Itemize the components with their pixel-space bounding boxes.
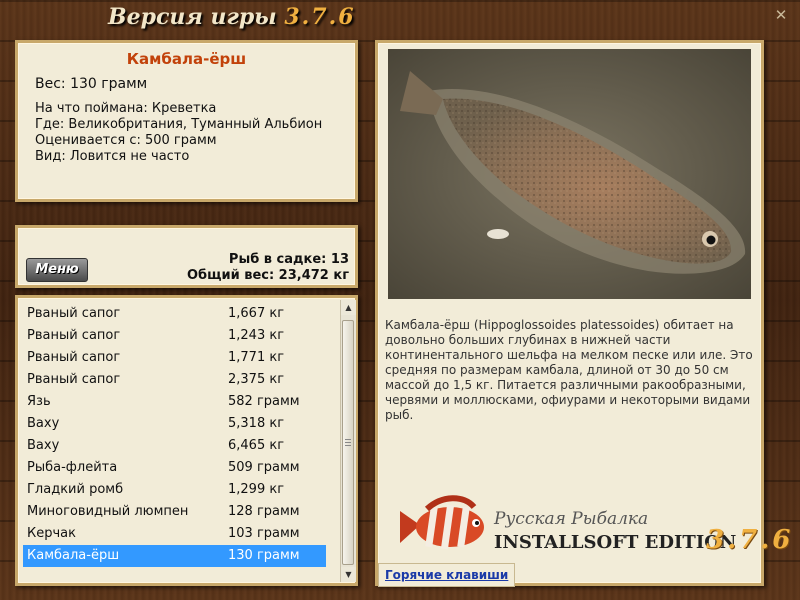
list-item[interactable]: Рваный сапог 1,243 кг [23, 325, 326, 347]
list-item[interactable]: Рваный сапог 2,375 кг [23, 369, 326, 391]
list-item-name: Миноговидный люмпен [27, 504, 189, 519]
list-item[interactable]: Миноговидный люмпен 128 грамм [23, 501, 326, 523]
hotkeys-link[interactable]: Горячие клавиши [378, 563, 516, 587]
fish-logo-icon [392, 491, 492, 565]
scroll-grip [345, 439, 351, 446]
window-title-label: Версия игры [108, 4, 285, 30]
arrow-down-icon[interactable]: ▼ [341, 567, 356, 582]
list-scrollbar[interactable]: ▲ ▼ [340, 300, 356, 582]
close-icon[interactable]: ✕ [772, 6, 790, 24]
catch-count: Рыб в садке: 13 [228, 252, 349, 267]
list-item[interactable]: Керчак 103 грамм [23, 523, 326, 545]
flounder-illustration [388, 49, 751, 299]
brand-title: Русская Рыбалка [494, 509, 649, 529]
list-item[interactable]: Ваху 5,318 кг [23, 413, 326, 435]
list-item-name: Рыба-флейта [27, 460, 118, 475]
fish-bait: На что поймана: Креветка [35, 101, 217, 116]
list-item-weight: 582 грамм [228, 394, 300, 409]
list-item[interactable]: Язь 582 грамм [23, 391, 326, 413]
list-item-weight: 1,243 кг [228, 328, 285, 343]
list-item-name: Ваху [27, 416, 60, 431]
fish-list: Рваный сапог 1,667 кг Рваный сапог 1,243 кг… [23, 303, 326, 567]
fish-rarity: Вид: Ловится не часто [35, 149, 190, 164]
fish-location: Где: Великобритания, Туманный Альбион [35, 117, 323, 132]
list-item[interactable]: Рваный сапог 1,667 кг [23, 303, 326, 325]
catch-summary-panel: Меню Рыб в садке: 13 Общий вес: 23,472 к… [15, 225, 358, 288]
fish-name: Камбала-ёрш [126, 50, 247, 68]
arrow-up-icon[interactable]: ▲ [341, 300, 356, 315]
brand-edition: INSTALLSOFT EDITION [494, 532, 737, 553]
list-item-weight: 1,667 кг [228, 306, 285, 321]
fish-details: На что поймана: Креветка Где: Великобрит… [35, 101, 355, 165]
list-item-name: Рваный сапог [27, 350, 121, 365]
list-item[interactable]: Рыба-флейта 509 грамм [23, 457, 326, 479]
title-bar: Версия игры 3.7.6 ✕ [0, 0, 800, 40]
list-item-weight: 103 грамм [228, 526, 300, 541]
list-item[interactable]: Рваный сапог 1,771 кг [23, 347, 326, 369]
menu-button[interactable]: Меню [26, 258, 88, 282]
list-item-name: Рваный сапог [27, 306, 121, 321]
list-item-weight: 6,465 кг [228, 438, 285, 453]
scroll-thumb[interactable] [342, 320, 354, 565]
list-item-name: Рваный сапог [27, 328, 121, 343]
list-item-weight: 1,299 кг [228, 482, 285, 497]
list-item-name: Керчак [27, 526, 76, 541]
list-item-name: Ваху [27, 438, 60, 453]
catch-stats: Рыб в садке: 13 Общий вес: 23,472 кг [187, 252, 349, 284]
list-item-weight: 509 грамм [228, 460, 300, 475]
list-item-weight: 1,771 кг [228, 350, 285, 365]
list-item-name: Язь [27, 394, 51, 409]
window-title-version: 3.7.6 [284, 4, 356, 30]
fish-photo [388, 49, 751, 299]
list-item-name: Камбала-ёрш [27, 548, 120, 563]
list-item[interactable]: Ваху 6,465 кг [23, 435, 326, 457]
list-item-weight: 130 грамм [228, 548, 300, 563]
list-item-weight: 128 грамм [228, 504, 300, 519]
window-title: Версия игры 3.7.6 [108, 4, 356, 30]
list-item-name: Гладкий ромб [27, 482, 124, 497]
catch-total-weight: Общий вес: 23,472 кг [186, 268, 349, 283]
fish-description-panel: Камбала-ёрш (Hippoglossoides platessoide… [375, 40, 790, 587]
fish-price: Оценивается с: 500 грамм [35, 133, 217, 148]
list-item[interactable]: Гладкий ромб 1,299 кг [23, 479, 326, 501]
fish-list-panel: Рваный сапог 1,667 кг Рваный сапог 1,243 кг… [15, 295, 358, 586]
fish-description: Камбала-ёрш (Hippoglossoides platessoide… [385, 318, 753, 422]
list-item-weight: 2,375 кг [228, 372, 285, 387]
list-item-weight: 5,318 кг [228, 416, 285, 431]
list-item[interactable]: Камбала-ёрш 130 грамм [23, 545, 326, 567]
fish-weight: Вес: 130 грамм [35, 76, 148, 92]
list-item-name: Рваный сапог [27, 372, 121, 387]
brand-version: 3.7.6 [706, 525, 794, 555]
fish-info-panel: Камбала-ёрш Вес: 130 грамм На что пойман… [15, 40, 358, 202]
